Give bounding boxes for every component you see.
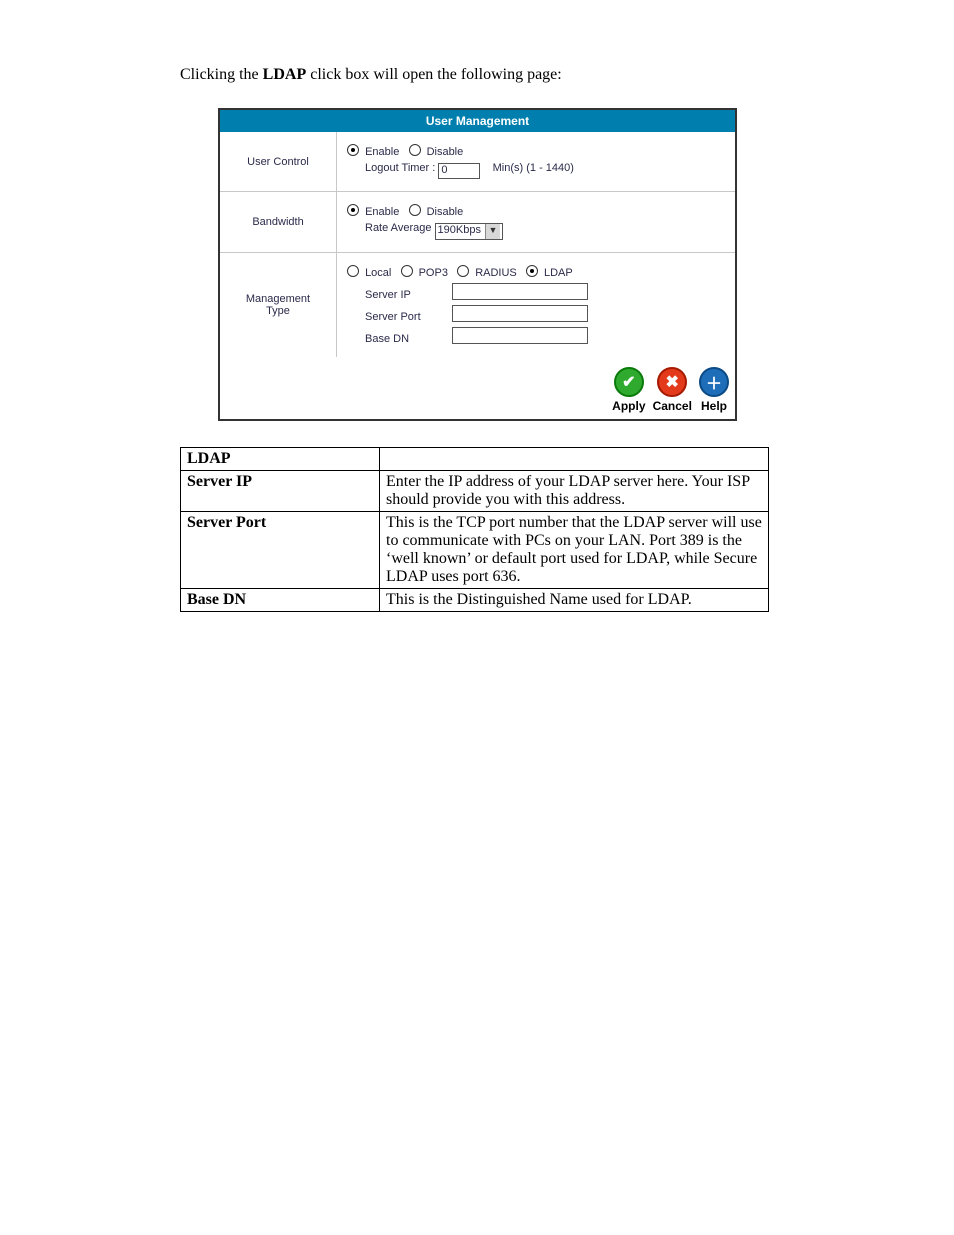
server-ip-desc: Enter the IP address of your LDAP server… — [380, 471, 769, 512]
enable-label: Enable — [365, 146, 399, 158]
chevron-down-icon: ▼ — [485, 224, 500, 239]
base-dn-input[interactable] — [452, 327, 588, 344]
mgmt-label-1: Management — [246, 293, 310, 305]
server-ip-input[interactable] — [452, 283, 588, 300]
base-dn-header: Base DN — [181, 589, 380, 612]
intro-text: Clicking the LDAP click box will open th… — [180, 66, 854, 84]
cancel-button[interactable]: ✖ Cancel — [653, 367, 692, 413]
close-icon: ✖ — [657, 367, 687, 397]
intro-post: click box will open the following page: — [306, 66, 562, 83]
ldap-label: LDAP — [544, 267, 573, 279]
local-label: Local — [365, 267, 391, 279]
disable-label: Disable — [427, 146, 464, 158]
mgmt-label-2: Type — [266, 305, 290, 317]
server-ip-header: Server IP — [181, 471, 380, 512]
button-bar: ✔ Apply ✖ Cancel ＋ Help — [220, 357, 735, 419]
radius-label: RADIUS — [475, 267, 517, 279]
ldap-header: LDAP — [181, 448, 380, 471]
server-port-header: Server Port — [181, 512, 380, 589]
rate-average-select[interactable]: 190Kbps ▼ — [435, 223, 503, 240]
ldap-description-table: LDAP Server IP Enter the IP address of y… — [180, 447, 769, 612]
server-ip-label: Server IP — [365, 289, 443, 301]
server-port-desc: This is the TCP port number that the LDA… — [380, 512, 769, 589]
bandwidth-disable-radio[interactable] — [409, 204, 421, 216]
panel-title: User Management — [220, 110, 735, 132]
cancel-label: Cancel — [653, 399, 692, 413]
server-port-label: Server Port — [365, 311, 443, 323]
plus-icon: ＋ — [699, 367, 729, 397]
intro-pre: Clicking the — [180, 66, 263, 83]
logout-timer-input[interactable]: 0 — [438, 163, 480, 179]
apply-label: Apply — [612, 399, 645, 413]
rate-average-value: 190Kbps — [438, 224, 481, 236]
rate-average-label: Rate Average — [365, 222, 431, 234]
mgmt-pop3-radio[interactable] — [401, 265, 413, 277]
logout-timer-hint: Min(s) (1 - 1440) — [493, 162, 574, 174]
check-icon: ✔ — [614, 367, 644, 397]
intro-bold: LDAP — [263, 66, 307, 83]
mgmt-radius-radio[interactable] — [457, 265, 469, 277]
user-control-disable-radio[interactable] — [409, 144, 421, 156]
mgmt-ldap-radio[interactable] — [526, 265, 538, 277]
pop3-label: POP3 — [419, 267, 448, 279]
user-control-label: User Control — [220, 132, 337, 192]
mgmt-local-radio[interactable] — [347, 265, 359, 277]
base-dn-label: Base DN — [365, 333, 443, 345]
user-control-enable-radio[interactable] — [347, 144, 359, 156]
help-label: Help — [701, 399, 727, 413]
user-management-panel: User Management User Control Enable Disa… — [218, 108, 737, 421]
disable-label-2: Disable — [427, 206, 464, 218]
apply-button[interactable]: ✔ Apply — [612, 367, 645, 413]
ldap-header-desc — [380, 448, 769, 471]
base-dn-desc: This is the Distinguished Name used for … — [380, 589, 769, 612]
bandwidth-enable-radio[interactable] — [347, 204, 359, 216]
help-button[interactable]: ＋ Help — [699, 367, 729, 413]
enable-label-2: Enable — [365, 206, 399, 218]
bandwidth-label: Bandwidth — [220, 192, 337, 253]
server-port-input[interactable] — [452, 305, 588, 322]
management-type-label: Management Type — [220, 253, 337, 358]
logout-timer-label: Logout Timer : — [365, 162, 435, 174]
